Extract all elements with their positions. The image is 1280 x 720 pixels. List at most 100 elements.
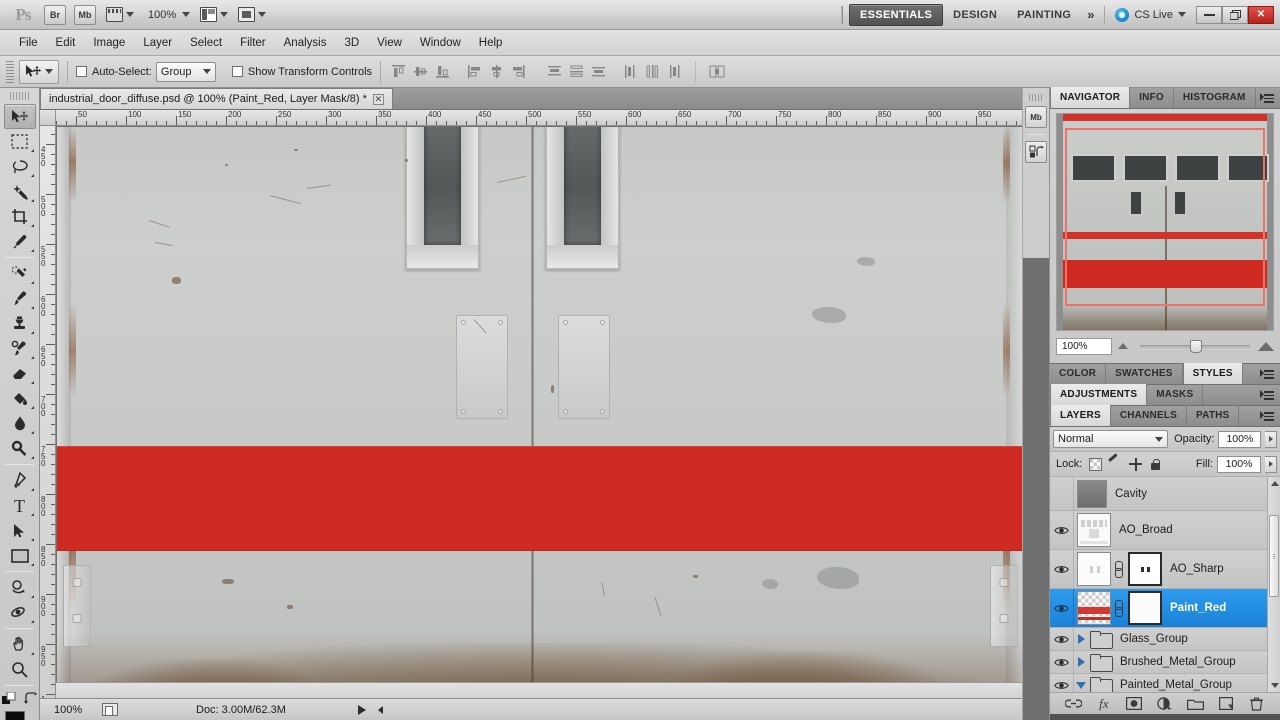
tool-rectangle[interactable] bbox=[4, 543, 36, 568]
layer-thumbnail-paint-red[interactable] bbox=[1077, 591, 1111, 625]
layers-panel-menu-icon[interactable] bbox=[1260, 410, 1275, 422]
document-tab[interactable]: industrial_door_diffuse.psd @ 100% (Pain… bbox=[40, 88, 393, 109]
tool-move[interactable] bbox=[3, 104, 36, 129]
status-play-icon[interactable] bbox=[357, 704, 366, 715]
distribute-horizontal-centers-button[interactable] bbox=[643, 62, 662, 81]
layer-row-ao-sharp[interactable]: AO_Sharp bbox=[1050, 550, 1280, 589]
navigator-zoom-slider[interactable] bbox=[1118, 338, 1274, 355]
tool-blur[interactable] bbox=[4, 411, 36, 436]
distribute-left-edges-button[interactable] bbox=[621, 62, 640, 81]
tool-lasso[interactable] bbox=[4, 154, 36, 179]
status-preview-icon[interactable] bbox=[102, 703, 118, 716]
workspace-painting[interactable]: PAINTING bbox=[1007, 5, 1081, 25]
opacity-value[interactable]: 100% bbox=[1218, 430, 1262, 448]
navigator-zoom-knob[interactable] bbox=[1190, 339, 1202, 353]
tool-eyedropper[interactable] bbox=[4, 229, 36, 254]
panel-rail-grip[interactable] bbox=[1029, 94, 1043, 101]
layer-row-ao-broad[interactable]: AO_Broad bbox=[1050, 511, 1280, 550]
document-canvas[interactable]: M bbox=[57, 127, 1024, 682]
menu-window[interactable]: Window bbox=[411, 34, 470, 52]
app-zoom-level[interactable]: 100% bbox=[148, 9, 176, 21]
lock-all-icon[interactable] bbox=[1149, 458, 1162, 471]
swap-colors-icon[interactable] bbox=[24, 691, 37, 705]
tab-swatches[interactable]: SWATCHES bbox=[1106, 363, 1183, 384]
tool-quick-selection[interactable] bbox=[4, 179, 36, 204]
show-transform-controls-checkbox[interactable] bbox=[231, 66, 243, 77]
layer-row-paint-red[interactable]: Paint_Red bbox=[1050, 589, 1280, 628]
add-layer-style-button[interactable]: fx bbox=[1095, 696, 1112, 712]
layer-visibility-ao-sharp[interactable] bbox=[1050, 550, 1074, 588]
tool-pen[interactable] bbox=[4, 468, 36, 493]
layer-row-cavity[interactable]: Cavity bbox=[1050, 477, 1280, 511]
align-bottom-edges-button[interactable] bbox=[433, 62, 452, 81]
more-workspaces-icon[interactable]: » bbox=[1081, 7, 1100, 22]
menu-filter[interactable]: Filter bbox=[231, 34, 275, 52]
layer-group-disclosure-glass-group[interactable] bbox=[1074, 634, 1088, 644]
zoom-out-icon[interactable] bbox=[1118, 343, 1128, 349]
auto-select-target-combo[interactable]: Group bbox=[155, 61, 216, 82]
tool-preset-picker[interactable] bbox=[19, 59, 59, 84]
tab-histogram[interactable]: HISTOGRAM bbox=[1174, 87, 1256, 108]
layer-group-disclosure-brushed-metal-group[interactable] bbox=[1074, 657, 1088, 667]
distribute-vertical-centers-button[interactable] bbox=[567, 62, 586, 81]
zoom-in-icon[interactable] bbox=[1258, 341, 1274, 351]
layer-visibility-ao-broad[interactable] bbox=[1050, 511, 1074, 549]
auto-align-layers-button[interactable] bbox=[707, 62, 726, 81]
tab-navigator[interactable]: NAVIGATOR bbox=[1050, 87, 1131, 108]
launch-mini-bridge-button[interactable]: Mb bbox=[74, 4, 96, 25]
layer-visibility-paint-red[interactable] bbox=[1050, 589, 1074, 627]
screen-mode-button[interactable] bbox=[238, 5, 267, 25]
menu-image[interactable]: Image bbox=[84, 34, 134, 52]
align-top-edges-button[interactable] bbox=[389, 62, 408, 81]
auto-select-checkbox[interactable] bbox=[76, 66, 87, 77]
layer-row-brushed-metal-group[interactable]: Brushed_Metal_Group bbox=[1050, 651, 1280, 674]
fill-stepper[interactable] bbox=[1265, 455, 1277, 473]
layer-row-glass-group[interactable]: Glass_Group bbox=[1050, 628, 1280, 651]
document-tab-close-icon[interactable]: ✕ bbox=[372, 93, 384, 105]
menu-help[interactable]: Help bbox=[470, 34, 512, 52]
layer-group-disclosure-painted-metal-group[interactable] bbox=[1074, 681, 1088, 689]
lock-image-pixels-icon[interactable] bbox=[1109, 458, 1122, 471]
tool-dodge[interactable] bbox=[4, 436, 36, 461]
status-resize-icon[interactable] bbox=[377, 705, 383, 714]
workspace-design[interactable]: DESIGN bbox=[943, 5, 1007, 25]
menu-file[interactable]: File bbox=[10, 34, 47, 52]
tool-3d-orbit[interactable] bbox=[4, 600, 36, 625]
color-panel-menu-icon[interactable] bbox=[1260, 368, 1275, 380]
minimize-button[interactable] bbox=[1196, 5, 1222, 24]
tab-masks[interactable]: MASKS bbox=[1147, 384, 1204, 405]
arrange-documents-button[interactable] bbox=[200, 5, 229, 25]
menu-3d[interactable]: 3D bbox=[335, 34, 368, 52]
blend-mode-combo[interactable]: Normal bbox=[1053, 430, 1169, 448]
tool-path-selection[interactable] bbox=[4, 518, 36, 543]
tool-crop[interactable] bbox=[4, 204, 36, 229]
ruler-horizontal[interactable]: 50 100 150 200 250 300 350 400 450 500 550 600 650 70… bbox=[56, 110, 1040, 126]
delete-layer-button[interactable] bbox=[1248, 696, 1265, 712]
align-horizontal-centers-button[interactable] bbox=[487, 62, 506, 81]
zoom-chevron-down-icon[interactable] bbox=[182, 12, 191, 17]
workspace-essentials[interactable]: ESSENTIALS bbox=[849, 3, 944, 26]
tab-layers[interactable]: LAYERS bbox=[1050, 405, 1111, 426]
tab-styles[interactable]: STYLES bbox=[1182, 363, 1243, 384]
align-vertical-centers-button[interactable] bbox=[411, 62, 430, 81]
launch-bridge-button[interactable]: Br bbox=[44, 4, 66, 25]
layer-list[interactable]: Cavity AO_Broad AO_Sharp Paint_Red Glass… bbox=[1050, 477, 1280, 692]
add-layer-mask-button[interactable] bbox=[1126, 696, 1143, 712]
lock-position-icon[interactable] bbox=[1129, 457, 1143, 471]
close-button[interactable]: ✕ bbox=[1248, 5, 1274, 24]
tab-info[interactable]: INFO bbox=[1130, 87, 1174, 108]
canvas-horizontal-scrollbar[interactable] bbox=[56, 682, 1024, 698]
tab-color[interactable]: COLOR bbox=[1050, 363, 1107, 384]
navigator-panel-menu-icon[interactable] bbox=[1260, 92, 1275, 104]
create-new-layer-button[interactable] bbox=[1218, 696, 1235, 712]
layers-scroll-down-icon[interactable] bbox=[1271, 683, 1279, 688]
navigator-view-box[interactable] bbox=[1065, 128, 1265, 306]
mini-bridge-panel-icon[interactable]: Mb bbox=[1025, 106, 1047, 128]
menu-view[interactable]: View bbox=[368, 34, 411, 52]
menu-select[interactable]: Select bbox=[181, 34, 231, 52]
cs-live-button[interactable]: CS Live bbox=[1115, 7, 1186, 22]
tab-adjustments[interactable]: ADJUSTMENTS bbox=[1050, 384, 1148, 405]
navigator-zoom-input[interactable]: 100% bbox=[1056, 337, 1112, 355]
opacity-stepper[interactable] bbox=[1265, 430, 1277, 448]
layers-scroll-up-icon[interactable] bbox=[1271, 481, 1279, 486]
